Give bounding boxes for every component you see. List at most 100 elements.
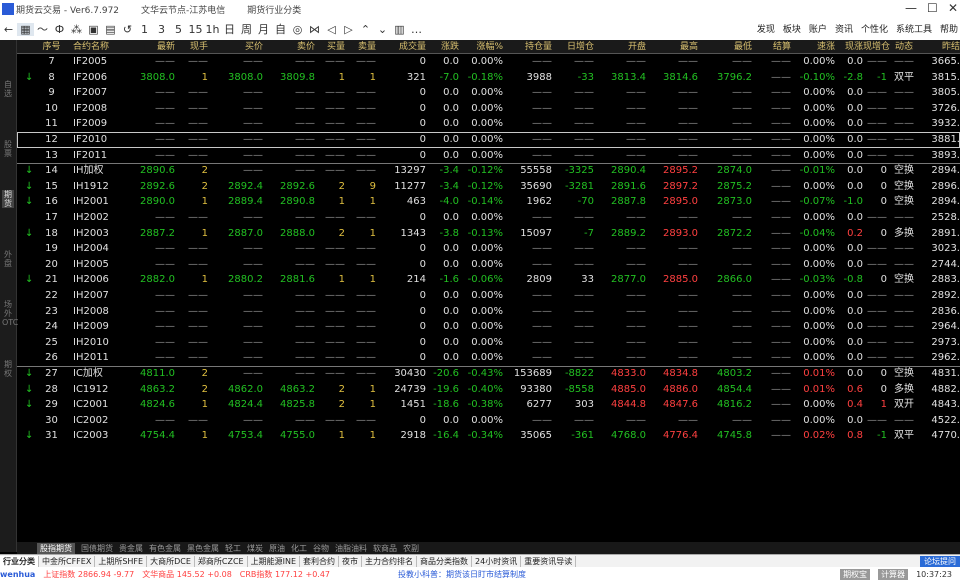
column-header[interactable]: 开盘 [594,40,646,54]
column-header[interactable]: 动态 [889,40,919,54]
refresh-icon[interactable]: ↺ [119,23,136,36]
table-row[interactable]: 17 IH2002 —— —— —— —— —— —— 0 0.0 0.00% —— —— —— —— —— —… [17,210,960,226]
table-row[interactable]: 13 IF2011 —— —— —— —— —— —— 0 0.0 0.00% —— —— —— —— —— —… [17,148,960,164]
category-tab[interactable]: 煤炭 [247,543,263,554]
exchange-tab[interactable]: 行业分类 [0,555,39,567]
column-header[interactable]: 涨幅% [460,40,503,54]
period-9-button[interactable]: 5 [170,23,187,36]
calc-icon[interactable]: ▣ [85,23,102,36]
table-row[interactable]: ↓ 16 IH2001 2890.0 1 2889.4 2890.8 1 1 463 -4.0 -0.… [17,194,960,210]
exchange-tab[interactable]: 上期所SHFE [95,555,148,567]
table-row[interactable]: 11 IF2009 —— —— —— —— —— —— 0 0.0 0.00% —— —— —— —— —— —… [17,116,960,132]
exchange-tab[interactable]: 24小时资讯 [472,555,522,567]
grid-icon[interactable]: ▦ [17,22,34,36]
timeshare-icon[interactable]: Ф [51,23,68,36]
column-header[interactable]: 现手 [175,40,208,54]
period-11-button[interactable]: 1h [204,23,221,36]
period-13-button[interactable]: 周 [238,21,255,37]
menu-item[interactable]: 账户 [809,22,827,35]
column-header[interactable]: 涨跌 [426,40,459,54]
layout-icon[interactable]: ▥ [391,23,408,36]
column-header[interactable]: 买量 [315,40,345,54]
column-header[interactable]: 最新 [121,40,175,54]
category-tab[interactable]: 软商品 [373,543,397,554]
period-14-button[interactable]: 月 [255,21,272,37]
down-icon[interactable]: ⌄ [374,23,391,36]
more-icon[interactable]: … [408,23,425,36]
status-tip[interactable]: 投教小科普：期货该日盯市结算制度 [398,569,526,580]
up-icon[interactable]: ⌃ [357,23,374,36]
menu-item[interactable]: 系统工具 [896,22,932,35]
category-tab[interactable]: 油脂油料 [335,543,367,554]
arrow-right-icon[interactable]: ▷ [340,23,357,36]
period-15-button[interactable]: 自 [272,21,289,37]
column-header[interactable]: 现增仓 [863,40,890,54]
table-row[interactable]: 12 IF2010 —— —— —— —— —— —— 0 0.0 0.00% —— —— —— —— —— —… [17,132,960,148]
status-index-wh[interactable]: 文华商品 145.52 +0.08 [142,569,232,580]
table-row[interactable]: ↓ 28 IC1912 4863.2 2 4862.0 4863.2 2 1 24739 -19.6… [17,382,960,398]
exchange-tab[interactable]: 上期能源INE [248,555,301,567]
column-header[interactable]: 卖价 [263,40,315,54]
status-index-crb[interactable]: CRB指数 177.12 +0.47 [240,569,330,580]
left-tab[interactable]: 自选 [2,80,14,98]
menu-item[interactable]: 资讯 [835,22,853,35]
window-icon[interactable]: ▤ [102,23,119,36]
category-tab[interactable]: 黑色金属 [187,543,219,554]
table-row[interactable]: ↓ 18 IH2003 2887.2 1 2887.0 2888.0 2 1 1343 -3.8 -0… [17,226,960,242]
table-row[interactable]: ↓ 29 IC2001 4824.6 1 4824.4 4825.8 2 1 1451 -18.6-… [17,397,960,413]
menu-item[interactable]: 板块 [783,22,801,35]
exchange-tab[interactable]: 重要资讯导读 [521,555,577,567]
period-8-button[interactable]: 3 [153,23,170,36]
category-tab[interactable]: 股指期货 [37,542,75,554]
table-row[interactable]: 23 IH2008 —— —— —— —— —— —— 0 0.0 0.00% —— —— —— —— —— —… [17,304,960,320]
table-row[interactable]: 25 IH2010 —— —— —— —— —— —— 0 0.0 0.00% —— —— —— —— —— —… [17,335,960,351]
left-tab[interactable]: 期权 [2,360,14,378]
minimize-button[interactable]: — [905,1,917,15]
left-tab[interactable]: 外盘 [2,250,14,268]
table-row[interactable]: 26 IH2011 —— —— —— —— —— —— 0 0.0 0.00% —— —— —— —— —— —… [17,350,960,366]
table-row[interactable]: 10 IF2008 —— —— —— —— —— —— 0 0.0 0.00% —— —— —— —— —— —… [17,101,960,117]
table-row[interactable]: 9 IF2007 —— —— —— —— —— —— 0 0.0 0.00% —— —— —— —— —— ——… [17,85,960,101]
status-index-sh[interactable]: 上证指数 2866.94 -9.77 [43,569,134,580]
column-header[interactable]: 现涨 [837,40,863,54]
category-tab[interactable]: 国债期货 [81,543,113,554]
close-button[interactable]: ✕ [948,1,958,15]
maximize-button[interactable]: ☐ [927,1,938,15]
calculator-button[interactable]: 计算器 [878,568,909,580]
column-header[interactable]: 成交量 [376,40,426,54]
exchange-tab[interactable]: 大商所DCE [147,555,195,567]
menu-item[interactable]: 帮助 [940,22,958,35]
column-header[interactable]: 昨结 [920,40,960,54]
table-row[interactable]: 24 IH2009 —— —— —— —— —— —— 0 0.0 0.00% —— —— —— —— —— —… [17,319,960,335]
exchange-tab[interactable]: 夜市 [339,555,363,567]
column-header[interactable]: 序号 [34,40,69,54]
exchange-tab[interactable]: 商品分类指数 [417,555,473,567]
arrow-left-icon[interactable]: ◁ [323,23,340,36]
exchange-tab[interactable]: 郑商所CZCE [195,555,248,567]
period-7-button[interactable]: 1 [136,23,153,36]
table-row[interactable]: 19 IH2004 —— —— —— —— —— —— 0 0.0 0.00% —— —— —— —— —— —… [17,241,960,257]
table-row[interactable]: ↓ 21 IH2006 2882.0 1 2880.2 2881.6 1 1 214 -1.6 -0.… [17,272,960,288]
table-row[interactable]: ↓ 8 IF2006 3808.0 1 3808.0 3809.8 1 1 321 -7.0 -0.1… [17,70,960,86]
line-icon[interactable]: 〜 [34,21,51,37]
category-tab[interactable]: 贵金属 [119,543,143,554]
table-row[interactable]: 20 IH2005 —— —— —— —— —— —— 0 0.0 0.00% —— —— —— —— —— —… [17,257,960,273]
menu-item[interactable]: 发现 [757,22,775,35]
column-header[interactable]: 最低 [698,40,752,54]
title-tab-node[interactable]: 文华云节点-江苏电信 [141,3,225,16]
column-header[interactable]: 持仓量 [502,40,552,54]
circle-icon[interactable]: ◎ [289,23,306,36]
forum-button[interactable]: 论坛提问 [920,555,960,567]
left-tab[interactable]: 场外OTC [2,300,18,327]
left-tab[interactable]: 股票 [2,140,14,158]
table-row[interactable]: 22 IH2007 —— —— —— —— —— —— 0 0.0 0.00% —— —— —— —— —— —… [17,288,960,304]
period-12-button[interactable]: 日 [221,21,238,37]
exchange-tab[interactable]: 套利合约 [300,555,340,567]
exchange-tab[interactable]: 主力合约排名 [362,555,418,567]
column-header[interactable]: 日增仓 [553,40,594,54]
category-tab[interactable]: 轻工 [225,543,241,554]
category-tab[interactable]: 谷物 [313,543,329,554]
back-icon[interactable]: ← [0,23,17,36]
category-tab[interactable]: 化工 [291,543,307,554]
title-tab-app[interactable]: 期货云交易 - Ver6.7.972 [16,3,119,16]
